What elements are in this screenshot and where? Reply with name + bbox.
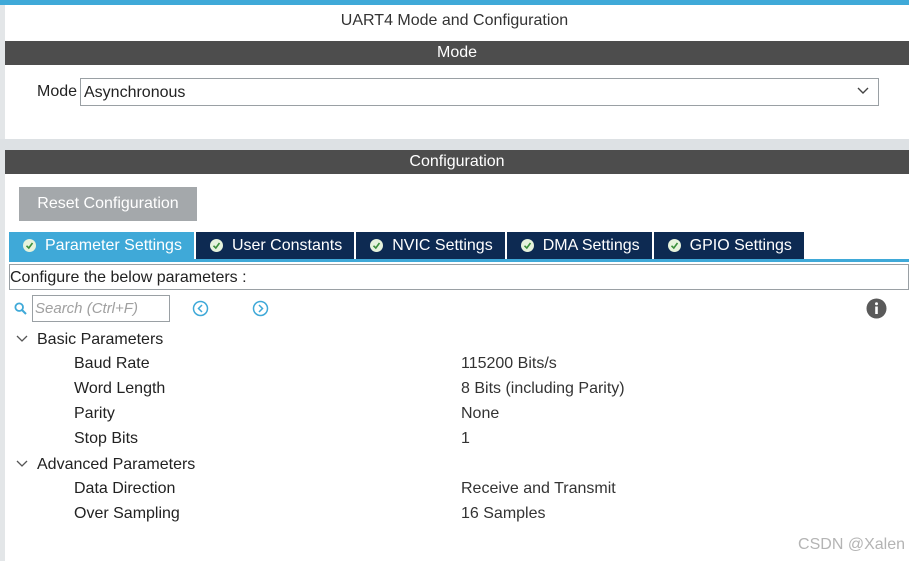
- param-value-parity[interactable]: None: [461, 405, 499, 423]
- mode-select[interactable]: Asynchronous: [80, 78, 879, 106]
- arrow-right-circle-icon[interactable]: [252, 300, 269, 322]
- mode-label: Mode: [37, 83, 78, 100]
- tab-label: NVIC Settings: [392, 236, 493, 254]
- param-value-baud-rate[interactable]: 115200 Bits/s: [461, 355, 557, 373]
- tab-dma-settings[interactable]: DMA Settings: [506, 232, 652, 259]
- info-icon[interactable]: [866, 298, 887, 324]
- left-panel-edge: [0, 5, 5, 561]
- mode-select-value: Asynchronous: [84, 84, 186, 101]
- tab-parameter-settings[interactable]: Parameter Settings: [9, 232, 194, 259]
- tabs-underline: [9, 259, 909, 262]
- check-circle-icon: [209, 239, 223, 252]
- tab-label: DMA Settings: [542, 236, 640, 254]
- chevron-down-icon: [15, 456, 29, 474]
- check-circle-icon: [520, 239, 534, 252]
- param-name-data-direction: Data Direction: [74, 480, 176, 497]
- tab-label: User Constants: [231, 236, 343, 254]
- watermark: CSDN @Xalen: [798, 536, 905, 553]
- search-icon: [14, 302, 27, 320]
- tab-nvic-settings[interactable]: NVIC Settings: [356, 232, 505, 259]
- chevron-down-icon: [15, 331, 29, 349]
- check-circle-icon: [23, 239, 36, 252]
- basic-parameters-group[interactable]: Basic Parameters: [15, 329, 163, 351]
- mode-row: Mode: [37, 78, 81, 106]
- param-value-over-sampling[interactable]: 16 Samples: [461, 505, 546, 523]
- advanced-parameters-group[interactable]: Advanced Parameters: [15, 454, 195, 476]
- group-title: Basic Parameters: [37, 331, 164, 348]
- param-value-word-length[interactable]: 8 Bits (including Parity): [461, 380, 625, 398]
- config-tabs: Parameter Settings User Constants NVIC S…: [9, 232, 806, 259]
- param-name-baud-rate: Baud Rate: [74, 355, 150, 372]
- tab-user-constants[interactable]: User Constants: [195, 232, 355, 259]
- window-title: UART4 Mode and Configuration: [340, 12, 569, 29]
- param-name-over-sampling: Over Sampling: [74, 505, 180, 522]
- chevron-down-icon: [856, 83, 870, 102]
- tab-label: GPIO Settings: [689, 236, 792, 254]
- param-value-data-direction[interactable]: Receive and Transmit: [461, 480, 616, 498]
- reset-configuration-button[interactable]: Reset Configuration: [19, 187, 197, 221]
- tab-label: Parameter Settings: [45, 236, 182, 254]
- top-accent-bar: [0, 0, 909, 5]
- param-value-stop-bits[interactable]: 1: [461, 430, 470, 448]
- param-name-parity: Parity: [74, 405, 115, 422]
- arrow-left-circle-icon[interactable]: [192, 300, 209, 322]
- tab-gpio-settings[interactable]: GPIO Settings: [653, 232, 804, 259]
- check-circle-icon: [370, 239, 384, 252]
- param-name-stop-bits: Stop Bits: [74, 430, 139, 447]
- configuration-section-header: Configuration: [5, 150, 909, 174]
- group-title: Advanced Parameters: [37, 456, 196, 473]
- section-divider: [0, 139, 909, 150]
- check-circle-icon: [667, 239, 681, 252]
- param-name-word-length: Word Length: [74, 380, 166, 397]
- mode-section-header: Mode: [5, 41, 909, 65]
- search-input[interactable]: [32, 295, 170, 322]
- configure-instruction: Configure the below parameters :: [9, 264, 909, 290]
